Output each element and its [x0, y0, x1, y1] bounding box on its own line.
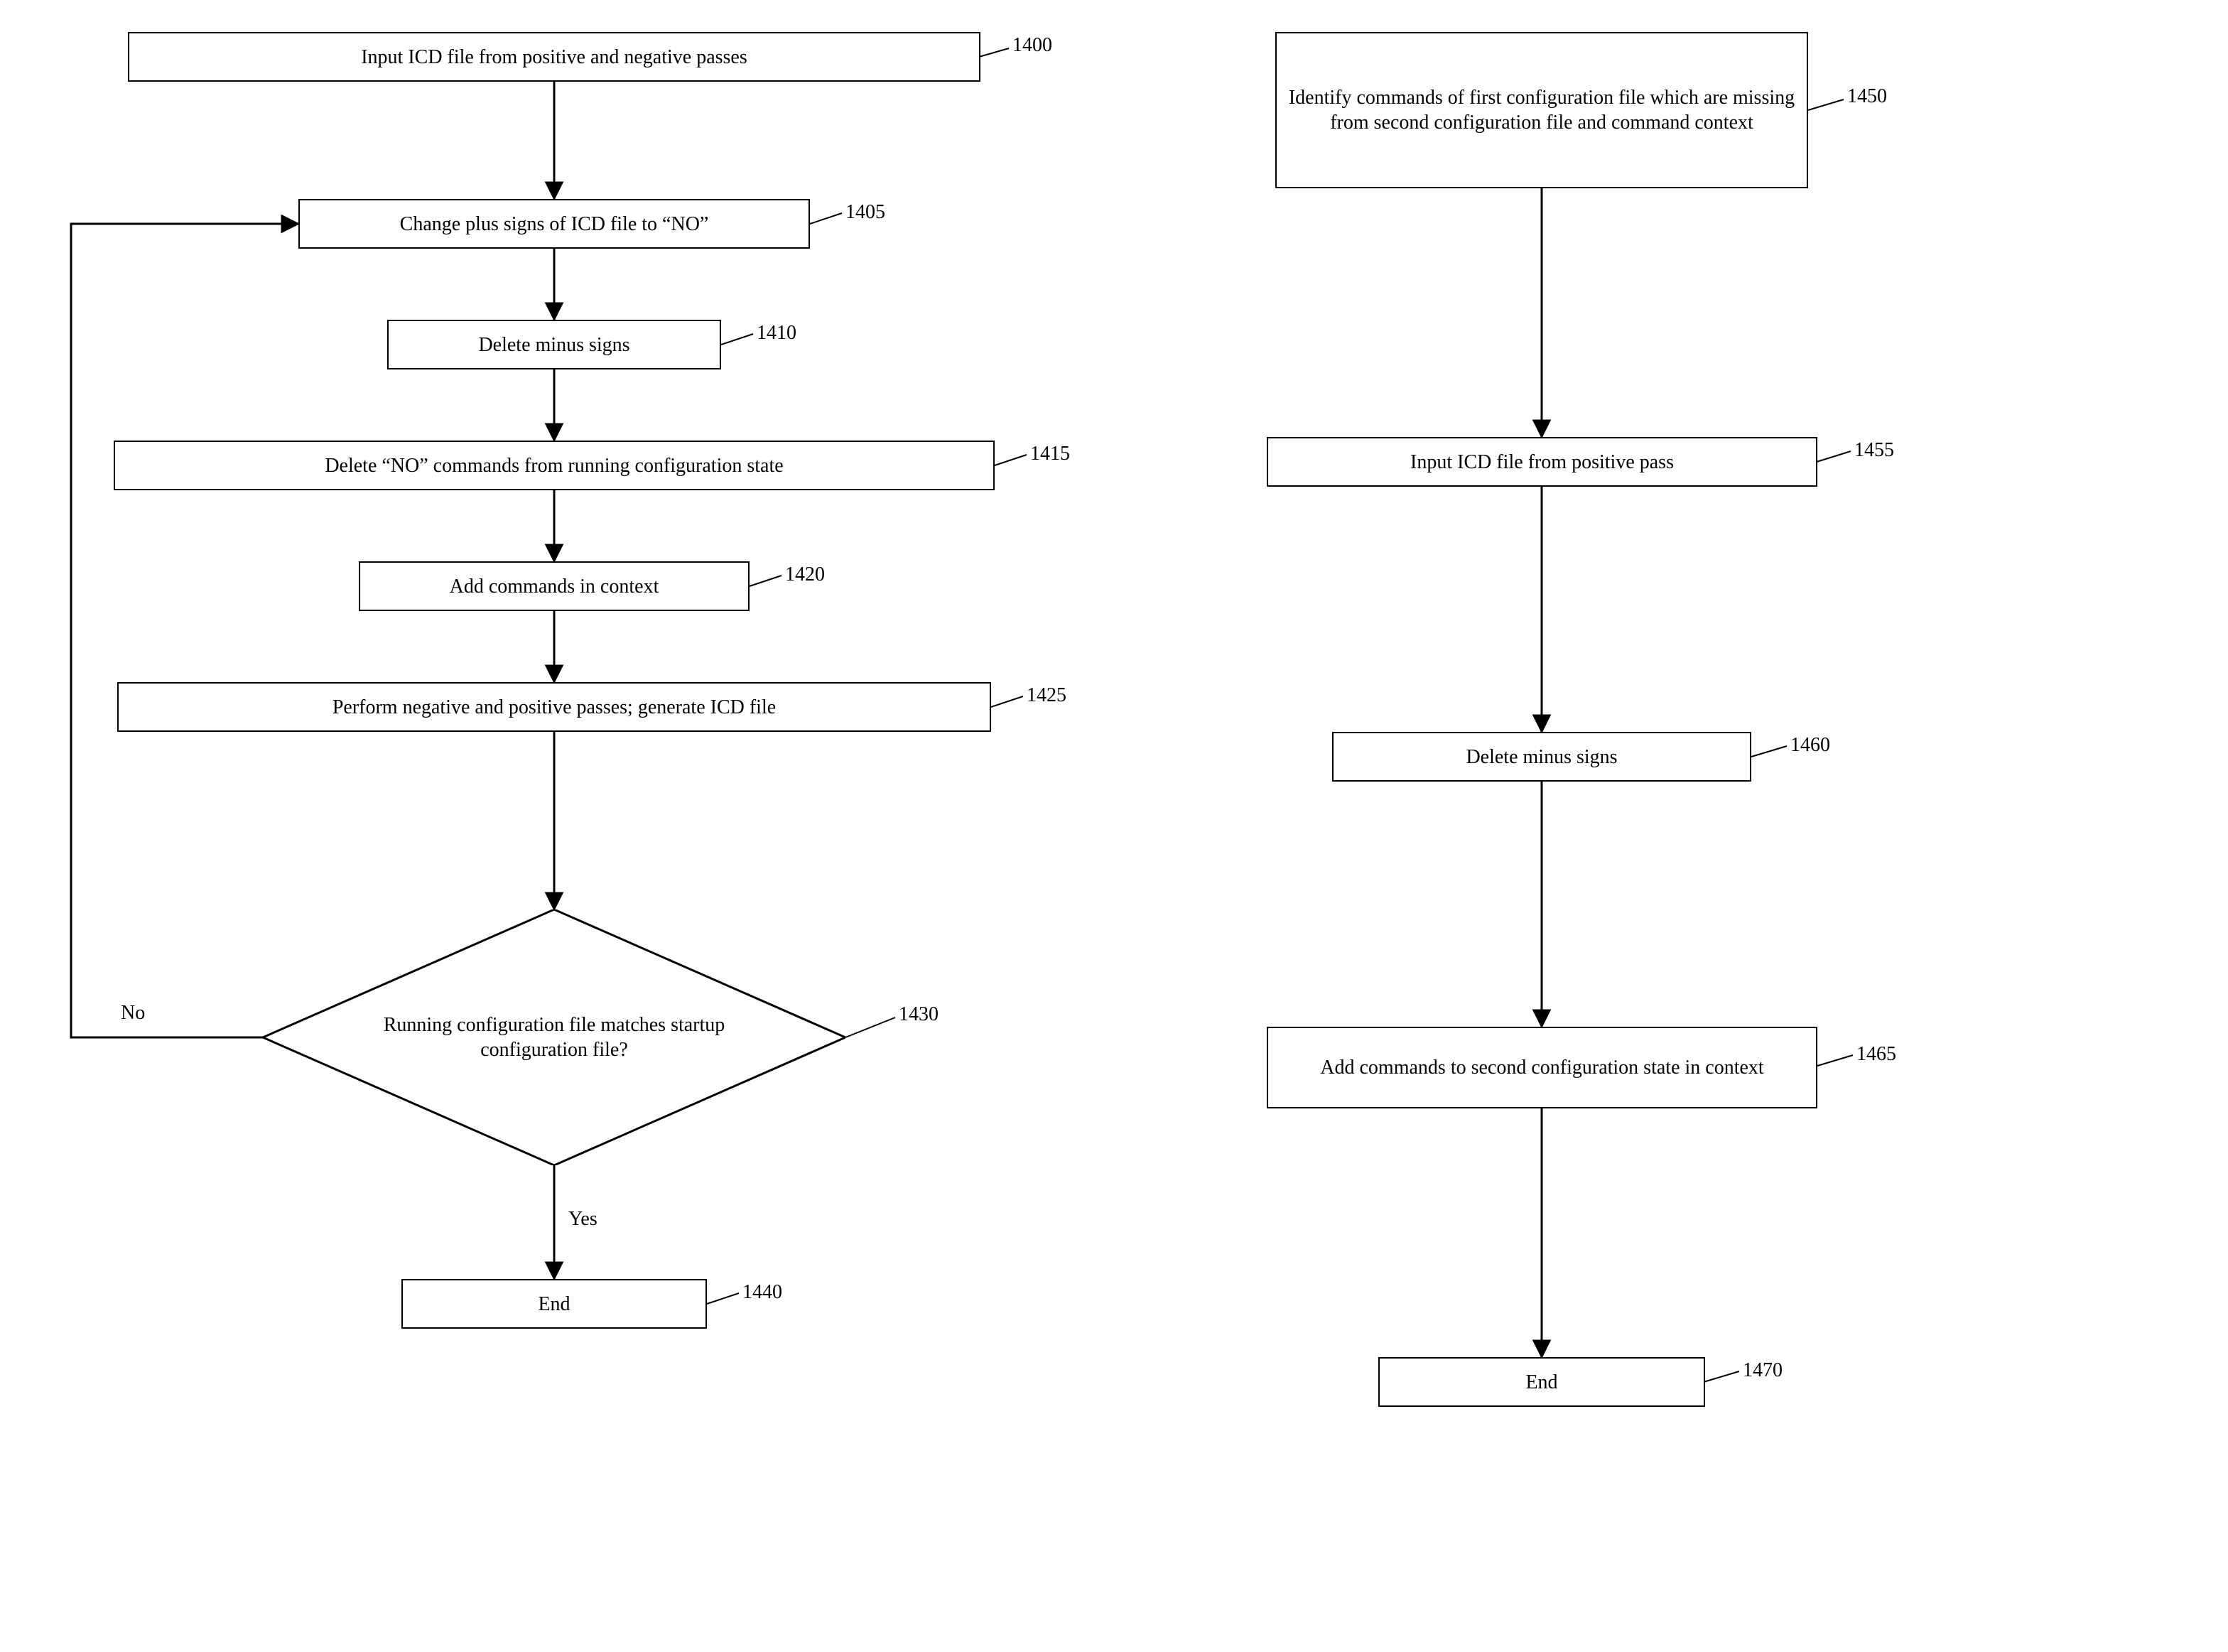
node-1415: Delete “NO” commands from running config…	[114, 441, 995, 490]
node-1405-text: Change plus signs of ICD file to “NO”	[400, 212, 709, 237]
ref-1400: 1400	[1012, 34, 1052, 57]
node-1400-text: Input ICD file from positive and negativ…	[361, 45, 747, 70]
node-1470-text: End	[1525, 1370, 1557, 1395]
node-1410-text: Delete minus signs	[478, 333, 629, 357]
node-1465: Add commands to second configuration sta…	[1267, 1027, 1817, 1108]
ref-1440: 1440	[742, 1281, 782, 1304]
ref-1405: 1405	[845, 201, 885, 224]
ref-1420: 1420	[785, 563, 825, 586]
node-1440: End	[401, 1279, 707, 1329]
node-1430: Running configuration file matches start…	[263, 909, 845, 1165]
node-1455-text: Input ICD file from positive pass	[1410, 450, 1674, 475]
node-1415-text: Delete “NO” commands from running config…	[325, 453, 783, 478]
node-1420: Add commands in context	[359, 561, 750, 611]
node-1460-text: Delete minus signs	[1466, 745, 1617, 770]
ref-1430: 1430	[899, 1003, 939, 1026]
ref-1425: 1425	[1027, 684, 1066, 707]
node-1455: Input ICD file from positive pass	[1267, 437, 1817, 487]
node-1470: End	[1378, 1357, 1705, 1407]
ref-1465: 1465	[1856, 1043, 1896, 1066]
node-1420-text: Add commands in context	[450, 574, 659, 599]
ref-1415: 1415	[1030, 443, 1070, 465]
node-1405: Change plus signs of ICD file to “NO”	[298, 199, 810, 249]
flowchart-canvas: Input ICD file from positive and negativ…	[0, 0, 2228, 1652]
ref-1450: 1450	[1847, 85, 1887, 108]
node-1425: Perform negative and positive passes; ge…	[117, 682, 991, 732]
node-1440-text: End	[538, 1292, 570, 1317]
node-1450-text: Identify commands of first configuration…	[1287, 85, 1797, 135]
node-1410: Delete minus signs	[387, 320, 721, 369]
node-1430-text: Running configuration file matches start…	[362, 1013, 746, 1062]
decision-no-label: No	[121, 1002, 145, 1025]
ref-1455: 1455	[1854, 439, 1894, 462]
node-1400: Input ICD file from positive and negativ…	[128, 32, 980, 82]
ref-1410: 1410	[757, 322, 796, 345]
node-1425-text: Perform negative and positive passes; ge…	[332, 695, 776, 720]
node-1465-text: Add commands to second configuration sta…	[1320, 1055, 1763, 1080]
node-1450: Identify commands of first configuration…	[1275, 32, 1808, 188]
decision-yes-label: Yes	[568, 1208, 597, 1231]
ref-1460: 1460	[1790, 734, 1830, 757]
node-1460: Delete minus signs	[1332, 732, 1751, 782]
ref-1470: 1470	[1743, 1359, 1783, 1382]
